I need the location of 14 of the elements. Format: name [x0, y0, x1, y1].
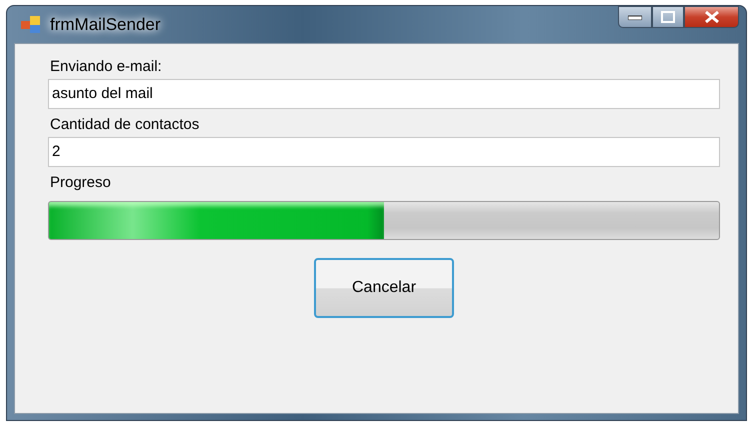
- field-label: Enviando e-mail:: [50, 58, 162, 75]
- app-icon: [20, 14, 42, 34]
- minimize-button[interactable]: [618, 6, 652, 28]
- maximize-icon: [661, 11, 675, 23]
- text-field[interactable]: 2: [48, 137, 720, 167]
- minimize-icon: [628, 14, 642, 20]
- field-label: Cantidad de contactos: [50, 116, 200, 133]
- close-button[interactable]: [684, 6, 739, 28]
- text-field[interactable]: asunto del mail: [48, 79, 720, 109]
- cancel-button[interactable]: Cancelar: [314, 258, 454, 318]
- progress-label: Progreso: [50, 174, 111, 191]
- maximize-button[interactable]: [652, 6, 684, 28]
- window-title: frmMailSender: [50, 14, 161, 36]
- close-icon: [704, 10, 720, 24]
